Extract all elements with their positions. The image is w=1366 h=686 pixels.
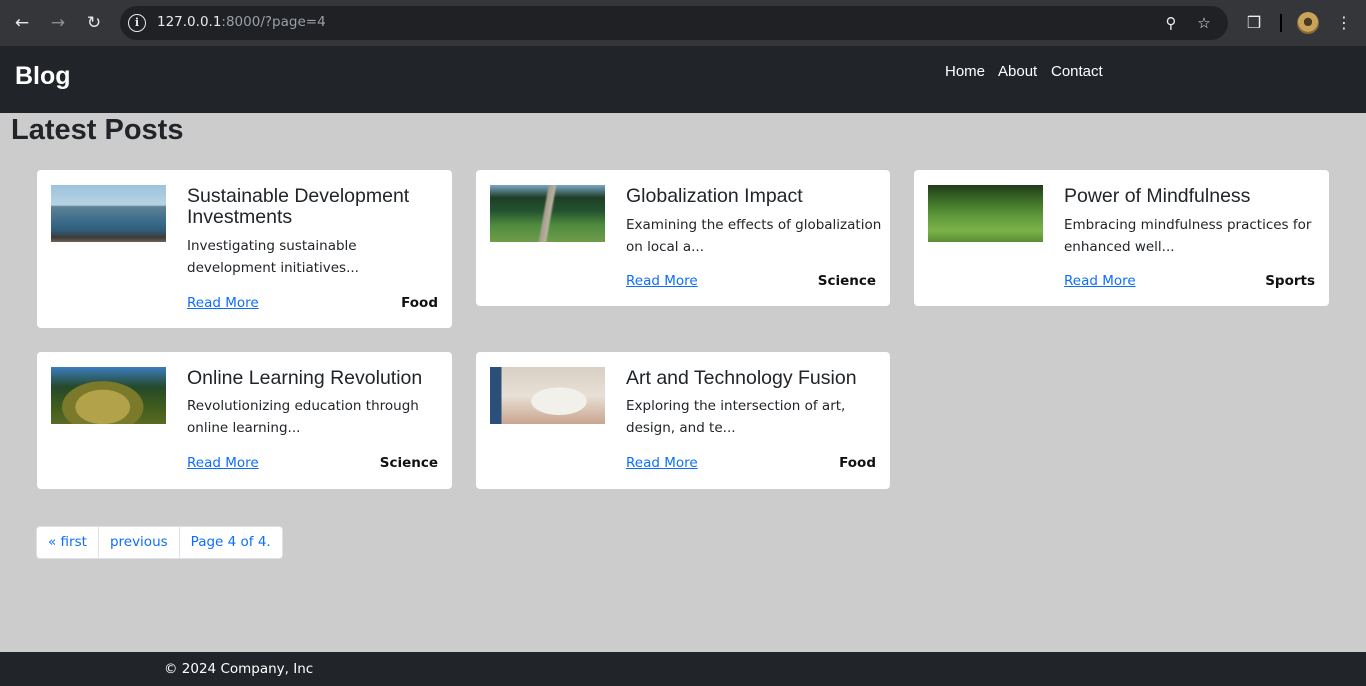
post-title: Power of Mindfulness <box>1064 185 1251 207</box>
post-excerpt: Revolutionizing education through online… <box>187 398 419 436</box>
toolbar-divider <box>1280 14 1282 32</box>
post-thumbnail[interactable] <box>490 367 605 424</box>
post-card: Globalization Impact Examining the effec… <box>476 170 890 306</box>
post-thumbnail[interactable] <box>928 185 1043 242</box>
post-card: Power of Mindfulness Embracing mindfulne… <box>914 170 1329 306</box>
reload-icon[interactable]: ↻ <box>82 11 106 35</box>
page-title: Latest Posts <box>11 114 184 146</box>
read-more-link[interactable]: Read More <box>1064 273 1136 289</box>
address-bar[interactable]: i 127.0.0.1:8000/?page=4 ⚲ ☆ <box>120 6 1228 40</box>
footer-copyright: © 2024 Company, Inc <box>164 661 314 677</box>
pagination: « first previous Page 4 of 4. <box>36 526 283 559</box>
url-text[interactable]: 127.0.0.1:8000/?page=4 <box>157 14 326 30</box>
post-excerpt: Exploring the intersection of art, desig… <box>626 398 846 436</box>
post-title: Art and Technology Fusion <box>626 367 857 389</box>
post-thumbnail[interactable] <box>51 367 166 424</box>
post-thumbnail[interactable] <box>490 185 605 242</box>
menu-kebab-icon[interactable]: ⋮ <box>1333 12 1355 34</box>
nav-home[interactable]: Home <box>945 63 985 80</box>
post-category: Science <box>379 455 438 471</box>
brand-logo[interactable]: Blog <box>15 62 71 91</box>
post-category: Science <box>817 273 876 289</box>
post-card: Art and Technology Fusion Exploring the … <box>476 352 890 489</box>
post-title: Sustainable Development Investments <box>187 185 410 228</box>
read-more-link[interactable]: Read More <box>187 455 259 471</box>
url-path: :8000/?page=4 <box>221 14 326 30</box>
profile-avatar[interactable] <box>1297 12 1319 34</box>
url-host: 127.0.0.1 <box>157 14 222 30</box>
site-footer: © 2024 Company, Inc <box>0 652 1366 686</box>
zoom-icon[interactable]: ⚲ <box>1161 13 1181 33</box>
post-category: Food <box>401 295 438 311</box>
site-header: Blog Home About Contact <box>0 46 1366 113</box>
read-more-link[interactable]: Read More <box>626 455 698 471</box>
post-title: Globalization Impact <box>626 185 803 207</box>
page-previous-link[interactable]: previous <box>97 527 179 558</box>
post-card: Sustainable Development Investments Inve… <box>37 170 452 328</box>
post-excerpt: Examining the effects of globalization o… <box>626 217 882 255</box>
back-icon[interactable]: ← <box>10 11 34 35</box>
post-excerpt: Investigating sustainable development in… <box>187 238 359 276</box>
browser-toolbar: ← → ↻ i 127.0.0.1:8000/?page=4 ⚲ ☆ ❒ ⋮ <box>0 0 1366 46</box>
nav-about[interactable]: About <box>998 63 1037 80</box>
post-title: Online Learning Revolution <box>187 367 423 389</box>
read-more-link[interactable]: Read More <box>626 273 698 289</box>
bookmark-star-icon[interactable]: ☆ <box>1194 13 1214 33</box>
post-card: Online Learning Revolution Revolutionizi… <box>37 352 452 489</box>
read-more-link[interactable]: Read More <box>187 295 259 311</box>
post-excerpt: Embracing mindfulness practices for enha… <box>1064 217 1312 255</box>
post-thumbnail[interactable] <box>51 185 166 242</box>
post-category: Sports <box>1265 273 1315 289</box>
site-info-icon[interactable]: i <box>128 14 146 32</box>
nav-contact[interactable]: Contact <box>1051 63 1103 80</box>
page-first-link[interactable]: « first <box>37 527 98 558</box>
post-category: Food <box>839 455 876 471</box>
extensions-icon[interactable]: ❒ <box>1243 12 1265 34</box>
page-current: Page 4 of 4. <box>178 527 282 558</box>
forward-icon[interactable]: → <box>46 11 70 35</box>
